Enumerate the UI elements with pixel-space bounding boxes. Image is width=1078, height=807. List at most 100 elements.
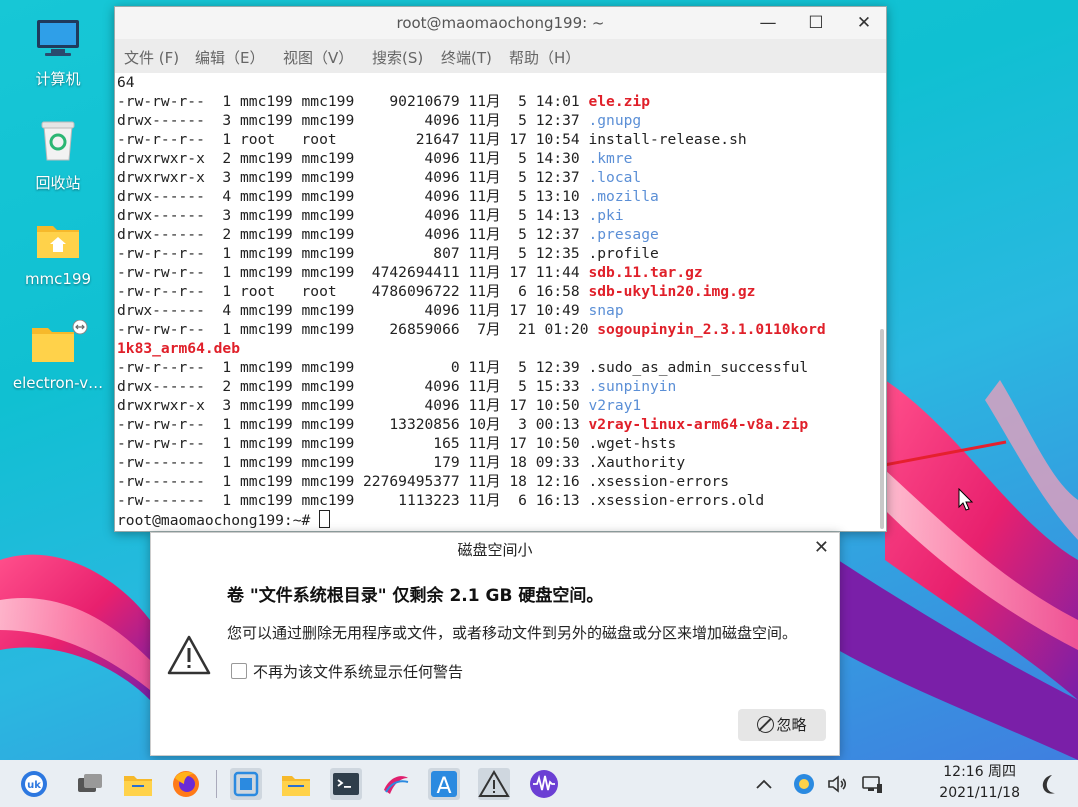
dialog-close-button[interactable]: ✕ bbox=[814, 537, 829, 558]
ignore-button[interactable]: 忽略 bbox=[738, 709, 826, 741]
taskbar-separator bbox=[216, 770, 217, 798]
desktop-icon-label: 计算机 bbox=[35, 70, 81, 88]
file-meta: drwx------ 3 mmc199 mmc199 4096 11月 5 12… bbox=[117, 112, 589, 129]
dialog-title: 磁盘空间小 bbox=[457, 541, 533, 559]
file-meta: -rw-rw-r-- 1 mmc199 mmc199 26859066 7月 2… bbox=[117, 321, 598, 338]
terminal-line: -rw-r--r-- 1 mmc199 mmc199 0 11月 5 12:39… bbox=[115, 358, 878, 377]
tray-expand-icon[interactable] bbox=[752, 773, 776, 797]
terminal-app-icon[interactable] bbox=[330, 768, 362, 800]
menu-file[interactable]: 文件 (F) bbox=[124, 47, 179, 68]
terminal-window: root@maomaochong199: ~ — ☐ ✕ 文件 (F) 编辑（E… bbox=[114, 6, 887, 532]
terminal-line: drwx------ 4 mmc199 mmc199 4096 11月 5 13… bbox=[115, 187, 878, 206]
terminal-line: -rw------- 1 mmc199 mmc199 179 11月 18 09… bbox=[115, 453, 878, 472]
firefox-icon[interactable] bbox=[170, 768, 202, 800]
desktop-icon-trash[interactable]: 回收站 bbox=[8, 118, 108, 193]
warning-icon bbox=[167, 635, 211, 679]
file-name: .gnupg bbox=[588, 112, 642, 129]
file-meta: -rw------- 1 mmc199 mmc199 179 11月 18 09… bbox=[117, 454, 589, 471]
mouse-pointer-icon bbox=[958, 488, 974, 511]
clock-time: 12:16 周四 bbox=[943, 764, 1017, 780]
menu-view[interactable]: 视图（V） bbox=[283, 47, 353, 68]
desktop-icon-folder[interactable]: electron-v… bbox=[8, 319, 108, 392]
start-menu-button[interactable]: uk bbox=[18, 768, 50, 800]
terminal-line: 64 bbox=[115, 73, 878, 92]
file-name: .kmre bbox=[588, 150, 633, 167]
night-mode-icon[interactable] bbox=[1036, 772, 1062, 798]
multitask-view-icon[interactable] bbox=[74, 768, 106, 800]
terminal-line: -rw------- 1 mmc199 mmc199 22769495377 1… bbox=[115, 472, 878, 491]
file-name: .xsession-errors.old bbox=[588, 492, 765, 509]
file-meta: -rw-r--r-- 1 mmc199 mmc199 0 11月 5 12:39 bbox=[117, 359, 589, 376]
svg-text:uk: uk bbox=[27, 780, 41, 791]
font-viewer-icon[interactable]: A bbox=[428, 768, 460, 800]
file-name: sdb.11.tar.gz bbox=[588, 264, 703, 281]
file-name: .xsession-errors bbox=[588, 473, 730, 490]
file-name: install-release.sh bbox=[588, 131, 747, 148]
menu-search[interactable]: 搜索(S) bbox=[372, 47, 423, 68]
dialog-heading: 卷 "文件系统根目录" 仅剩余 2.1 GB 硬盘空间。 bbox=[227, 586, 604, 606]
terminal-line: drwxrwxr-x 2 mmc199 mmc199 4096 11月 5 14… bbox=[115, 149, 878, 168]
file-meta: drwx------ 2 mmc199 mmc199 4096 11月 5 12… bbox=[117, 226, 589, 243]
file-name: sogoupinyin_2.3.1.0110kord bbox=[597, 321, 826, 338]
taskbar: uk A 12:16 周四 2021/11/18 bbox=[0, 760, 1078, 807]
file-name: snap bbox=[588, 302, 624, 319]
file-manager-open-icon[interactable] bbox=[280, 768, 312, 800]
file-meta: drwx------ 2 mmc199 mmc199 4096 11月 5 15… bbox=[117, 378, 589, 395]
file-name: .Xauthority bbox=[588, 454, 686, 471]
terminal-line: -rw------- 1 mmc199 mmc199 1113223 11月 6… bbox=[115, 491, 878, 510]
menu-edit[interactable]: 编辑（E） bbox=[195, 47, 264, 68]
terminal-line: -rw-r--r-- 1 root root 4786096722 11月 6 … bbox=[115, 282, 878, 301]
minimize-button[interactable]: — bbox=[753, 11, 783, 35]
file-name: .presage bbox=[588, 226, 659, 243]
close-button[interactable]: ✕ bbox=[849, 11, 879, 35]
file-meta: -rw-r--r-- 1 root root 21647 11月 17 10:5… bbox=[117, 131, 589, 148]
terminal-menubar: 文件 (F) 编辑（E） 视图（V） 搜索(S) 终端(T) 帮助（H） bbox=[115, 39, 886, 73]
file-meta: drwxrwxr-x 3 mmc199 mmc199 4096 11月 5 12… bbox=[117, 169, 589, 186]
desktop-icon-label: 回收站 bbox=[35, 174, 81, 192]
input-method-icon[interactable] bbox=[792, 772, 816, 796]
network-icon[interactable] bbox=[860, 772, 884, 796]
audio-app-icon[interactable] bbox=[528, 768, 560, 800]
desktop-icon-computer[interactable]: 计算机 bbox=[8, 18, 108, 89]
warning-app-icon[interactable] bbox=[478, 768, 510, 800]
terminal-line: -rw-rw-r-- 1 mmc199 mmc199 4742694411 11… bbox=[115, 263, 878, 282]
screenshot-app-icon[interactable] bbox=[230, 768, 262, 800]
terminal-output[interactable]: 64 -rw-rw-r-- 1 mmc199 mmc199 90210679 11… bbox=[115, 73, 878, 531]
desktop-icon-label: electron-v… bbox=[12, 374, 104, 392]
clock-date: 2021/11/18 bbox=[939, 785, 1020, 801]
file-name: v2ray1 bbox=[588, 397, 642, 414]
file-meta: drwx------ 4 mmc199 mmc199 4096 11月 17 1… bbox=[117, 302, 589, 319]
ignore-icon bbox=[757, 716, 775, 733]
terminal-scrollbar[interactable] bbox=[880, 329, 884, 529]
checkbox-box[interactable] bbox=[231, 663, 247, 679]
menu-help[interactable]: 帮助（H） bbox=[509, 47, 580, 68]
maximize-button[interactable]: ☐ bbox=[801, 11, 831, 35]
terminal-line: -rw-rw-r-- 1 mmc199 mmc199 90210679 11月 … bbox=[115, 92, 878, 111]
terminal-line: drwxrwxr-x 3 mmc199 mmc199 4096 11月 17 1… bbox=[115, 396, 878, 415]
file-meta: -rw-rw-r-- 1 mmc199 mmc199 165 11月 17 10… bbox=[117, 435, 589, 452]
kylin-app-icon[interactable] bbox=[380, 768, 412, 800]
file-meta: drwxrwxr-x 2 mmc199 mmc199 4096 11月 5 14… bbox=[117, 150, 589, 167]
file-name: sdb-ukylin20.img.gz bbox=[588, 283, 756, 300]
ignore-label: 忽略 bbox=[776, 716, 807, 734]
file-meta: -rw-rw-r-- 1 mmc199 mmc199 13320856 10月 … bbox=[117, 416, 589, 433]
dont-warn-checkbox[interactable]: 不再为该文件系统显示任何警告 bbox=[231, 661, 463, 682]
terminal-titlebar[interactable]: root@maomaochong199: ~ — ☐ ✕ bbox=[115, 7, 886, 39]
file-name: v2ray-linux-arm64-v8a.zip bbox=[588, 416, 809, 433]
menu-terminal[interactable]: 终端(T) bbox=[441, 47, 492, 68]
text-cursor bbox=[319, 510, 331, 528]
desktop-icon-home[interactable]: mmc199 bbox=[8, 220, 108, 288]
file-name: .sudo_as_admin_successful bbox=[588, 359, 809, 376]
volume-icon[interactable] bbox=[826, 772, 850, 796]
file-name: .pki bbox=[588, 207, 624, 224]
file-name: ele.zip bbox=[588, 93, 650, 110]
clock[interactable]: 12:16 周四 2021/11/18 bbox=[939, 762, 1020, 804]
trash-icon bbox=[8, 118, 108, 166]
file-manager-icon[interactable] bbox=[122, 768, 154, 800]
terminal-line: -rw-r--r-- 1 mmc199 mmc199 807 11月 5 12:… bbox=[115, 244, 878, 263]
terminal-line: drwxrwxr-x 3 mmc199 mmc199 4096 11月 5 12… bbox=[115, 168, 878, 187]
terminal-line: -rw-rw-r-- 1 mmc199 mmc199 13320856 10月 … bbox=[115, 415, 878, 434]
terminal-prompt-line[interactable]: root@maomaochong199:~# bbox=[115, 510, 878, 529]
file-name: .sunpinyin bbox=[588, 378, 677, 395]
file-meta: -rw-rw-r-- 1 mmc199 mmc199 4742694411 11… bbox=[117, 264, 589, 281]
